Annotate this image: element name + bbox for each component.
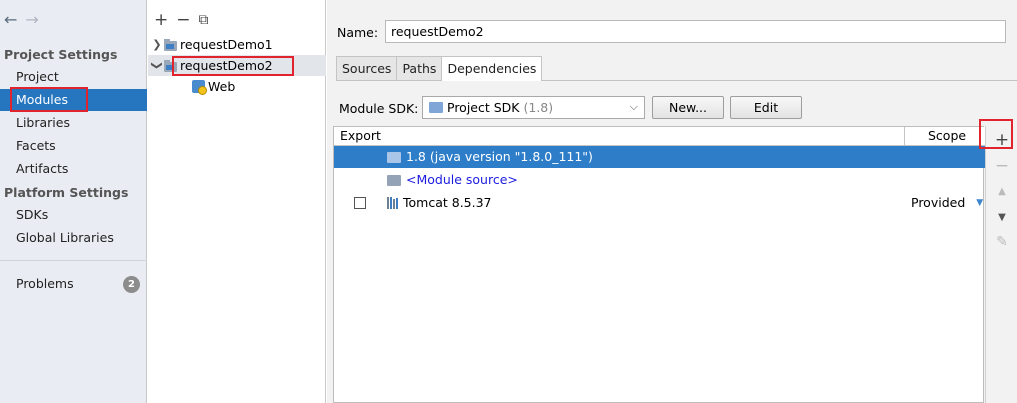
library-icon <box>387 197 398 209</box>
module-name-input[interactable]: requestDemo2 <box>385 20 1006 43</box>
module-sdk-select[interactable]: Project SDK (1.8) ⌵ <box>422 96 645 119</box>
sidebar-item-facets[interactable]: Facets <box>0 135 147 157</box>
chevron-right-icon[interactable]: ❯ <box>150 34 164 55</box>
web-facet-icon <box>192 80 207 95</box>
sdk-folder-icon <box>429 102 443 113</box>
module-settings-panel: Name: requestDemo2 Sources Paths Depende… <box>327 0 1017 403</box>
scope-select[interactable]: Provided ▼ <box>911 192 983 214</box>
column-separator <box>904 127 905 146</box>
module-tree-panel: + − ⧉ ❯ requestDemo1 ❯ requestDemo2 Web <box>148 0 326 403</box>
tab-paths[interactable]: Paths <box>396 56 443 81</box>
copy-module-icon[interactable]: ⧉ <box>199 10 209 32</box>
dependency-name: 1.8 (java version "1.8.0_111") <box>406 149 593 164</box>
sidebar-item-libraries[interactable]: Libraries <box>0 112 147 134</box>
column-header-scope[interactable]: Scope <box>928 128 966 143</box>
dependencies-table: Export Scope 1.8 (java version "1.8.0_11… <box>333 126 985 403</box>
sidebar-item-global-libraries[interactable]: Global Libraries <box>0 227 147 249</box>
table-row[interactable]: 1.8 (java version "1.8.0_111") <box>334 146 985 168</box>
tree-node-web-facet[interactable]: Web <box>148 76 326 97</box>
remove-dependency-icon[interactable]: − <box>986 156 1017 176</box>
back-arrow-icon[interactable]: ← <box>4 12 17 32</box>
sidebar-item-sdks[interactable]: SDKs <box>0 204 147 226</box>
sdk-value: Project SDK <box>447 100 520 115</box>
add-dependency-highlight-box <box>979 119 1013 149</box>
tree-node-label: Web <box>208 79 236 94</box>
sidebar-item-project[interactable]: Project <box>0 66 147 88</box>
platform-settings-header: Platform Settings <box>4 185 129 200</box>
nav-arrows: ← → <box>4 12 39 32</box>
dependency-actions: + − ▲ ▼ ✎ <box>985 126 1017 403</box>
tree-node-requestdemo1[interactable]: ❯ requestDemo1 <box>148 34 326 55</box>
project-structure-dialog: ← → Project Settings Project Modules Lib… <box>0 0 1017 403</box>
settings-sidebar: ← → Project Settings Project Modules Lib… <box>0 0 147 403</box>
sidebar-item-artifacts[interactable]: Artifacts <box>0 158 147 180</box>
edit-sdk-button[interactable]: Edit <box>730 96 802 119</box>
dependency-name: Tomcat 8.5.37 <box>403 195 492 210</box>
dropdown-arrow-icon[interactable]: ▼ <box>976 192 983 214</box>
tab-dependencies[interactable]: Dependencies <box>441 56 543 81</box>
module-folder-icon <box>164 38 177 51</box>
module-sdk-label: Module SDK: <box>339 101 419 116</box>
tree-node-label: requestDemo1 <box>180 37 273 52</box>
module-tabs: Sources Paths Dependencies <box>336 56 543 81</box>
move-down-icon[interactable]: ▼ <box>986 208 1017 228</box>
sidebar-divider <box>0 260 147 261</box>
dependency-name: <Module source> <box>406 172 518 187</box>
tab-sources[interactable]: Sources <box>336 56 398 81</box>
problems-count-badge: 2 <box>123 276 140 293</box>
name-label: Name: <box>337 25 379 40</box>
column-header-export[interactable]: Export <box>340 128 381 143</box>
remove-module-icon[interactable]: − <box>176 10 190 32</box>
new-sdk-button[interactable]: New... <box>652 96 724 119</box>
modules-highlight-box <box>10 87 88 112</box>
project-settings-header: Project Settings <box>4 47 118 62</box>
forward-arrow-icon[interactable]: → <box>25 12 38 32</box>
table-row[interactable]: Tomcat 8.5.37 Provided ▼ <box>334 192 985 214</box>
edit-dependency-icon[interactable]: ✎ <box>986 232 1017 252</box>
tree-toolbar: + − ⧉ <box>148 10 326 32</box>
export-checkbox[interactable] <box>354 197 366 209</box>
sdk-version: (1.8) <box>523 100 554 115</box>
tabs-divider <box>336 80 1017 81</box>
requestdemo2-highlight-box <box>172 56 294 76</box>
move-up-icon[interactable]: ▲ <box>986 182 1017 202</box>
table-row[interactable]: <Module source> <box>334 169 985 191</box>
table-header: Export Scope <box>334 127 985 146</box>
source-folder-icon <box>387 174 401 186</box>
sdk-folder-icon <box>387 151 401 163</box>
chevron-down-icon[interactable]: ⌵ <box>630 100 638 114</box>
add-module-icon[interactable]: + <box>154 10 168 32</box>
scope-value: Provided <box>911 195 966 210</box>
